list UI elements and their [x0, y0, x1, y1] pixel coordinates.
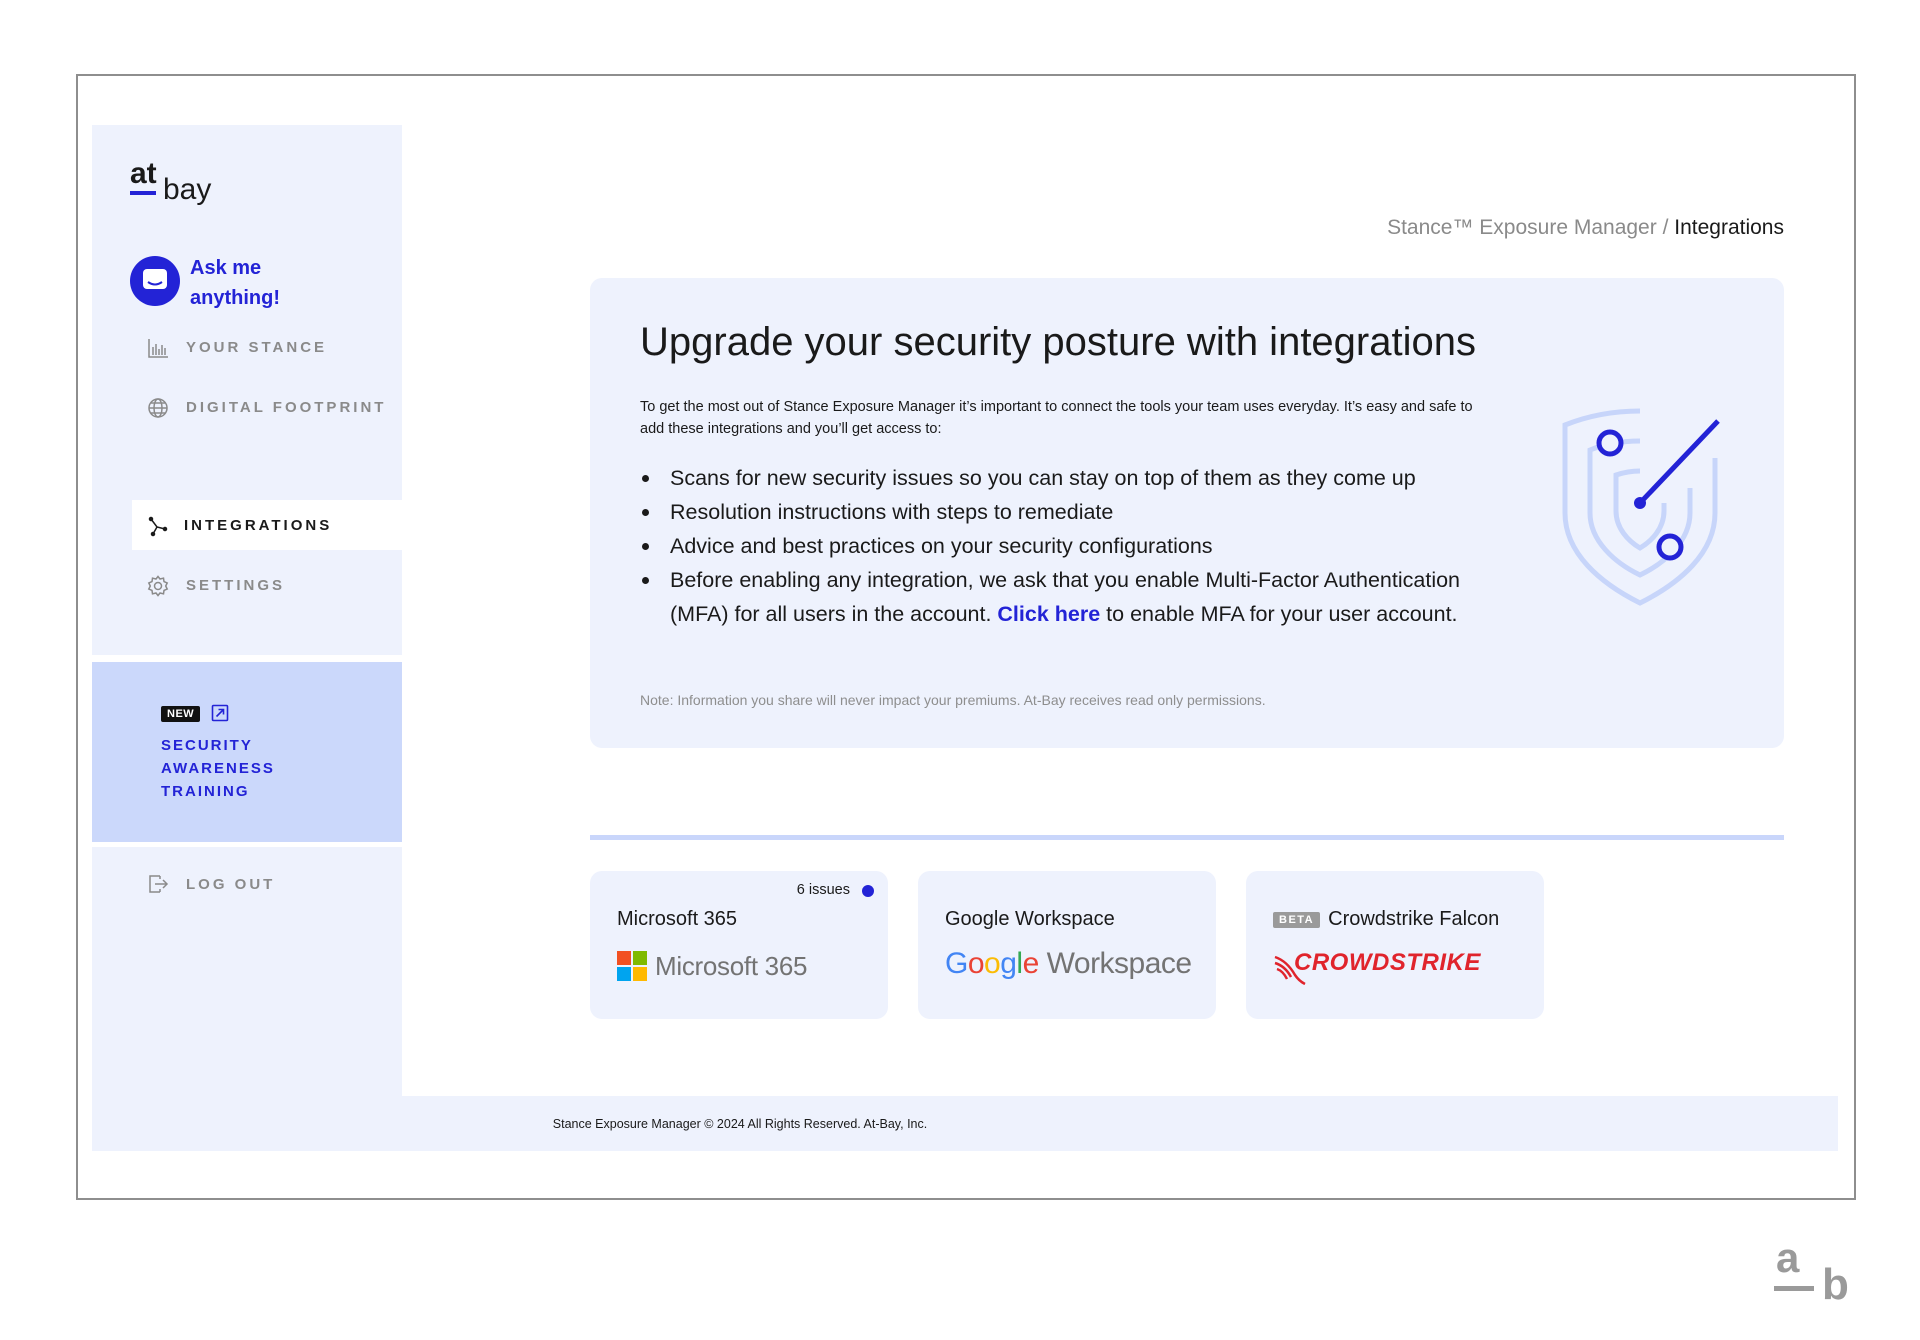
sidebar: at bay Ask me anything! YOUR STANCE DIGI… — [92, 125, 402, 1150]
hero-intro: To get the most out of Stance Exposure M… — [640, 399, 1473, 437]
integration-name-row: BETA Crowdstrike Falcon — [1273, 908, 1499, 931]
promo-content: NEW SECURITY AWARENESS TRAINING — [161, 704, 361, 803]
benefits-list: Scans for new security issues so you can… — [640, 461, 1500, 631]
breadcrumb-parent[interactable]: Stance™ Exposure Manager — [1387, 216, 1657, 239]
external-link-icon — [211, 704, 229, 722]
corner-logo-bar — [1774, 1286, 1814, 1291]
corner-logo-b: b — [1822, 1260, 1849, 1309]
page-footer: Stance Exposure Manager © 2024 All Right… — [402, 1096, 1838, 1151]
ask-me-anything-button[interactable]: Ask me anything! — [130, 253, 370, 313]
logout-label: LOG OUT — [186, 876, 276, 893]
integration-name: Crowdstrike Falcon — [1328, 908, 1500, 930]
logout-button[interactable]: LOG OUT — [132, 864, 352, 904]
logo-letter: o — [967, 947, 985, 980]
logo-letter: e — [1022, 947, 1040, 980]
footer-text-wrap: Stance Exposure Manager © 2024 All Right… — [402, 1117, 1838, 1131]
integration-card-google-workspace[interactable]: Google Workspace Google Workspace — [918, 871, 1216, 1019]
breadcrumb-current: Integrations — [1674, 216, 1784, 239]
logo-suffix: Workspace — [1039, 947, 1193, 980]
security-awareness-training-promo[interactable]: NEW SECURITY AWARENESS TRAINING — [92, 662, 402, 842]
integrations-icon — [147, 515, 169, 537]
microsoft-365-logo-text: Microsoft 365 — [655, 951, 808, 981]
promo-title: SECURITY AWARENESS TRAINING — [161, 737, 275, 801]
list-item: Resolution instructions with steps to re… — [640, 495, 1500, 529]
page-title: Upgrade your security posture with integ… — [640, 320, 1476, 364]
nav-label: SETTINGS — [186, 577, 286, 594]
integration-card-microsoft-365[interactable]: 6 issues Microsoft 365 Microsoft 365 — [590, 871, 888, 1019]
globe-icon — [147, 397, 169, 419]
issues-count: 6 issues — [796, 882, 850, 898]
nav-integrations[interactable]: INTEGRATIONS — [132, 500, 402, 550]
gear-icon — [147, 575, 169, 597]
crowdstrike-logo-text: CROWDSTRIKE — [1294, 949, 1481, 976]
logo-letter: o — [984, 947, 1001, 980]
microsoft-logo-icon — [617, 951, 647, 981]
privacy-note: Note: Information you share will never i… — [640, 692, 1266, 708]
nav-digital-footprint[interactable]: DIGITAL FOOTPRINT — [132, 382, 402, 432]
sidebar-nav-panel: at bay Ask me anything! YOUR STANCE DIGI… — [92, 125, 402, 655]
beta-badge: BETA — [1273, 911, 1321, 928]
nav-label: YOUR STANCE — [186, 339, 328, 356]
integration-card-crowdstrike-falcon[interactable]: BETA Crowdstrike Falcon CROWDSTRIKE — [1246, 871, 1544, 1019]
breadcrumb: Stance™ Exposure Manager / Integrations — [1387, 216, 1784, 240]
logo-suffix-text: Workspace — [1046, 947, 1193, 980]
logo-underline — [130, 191, 156, 195]
logout-icon — [147, 873, 169, 900]
nav-label: DIGITAL FOOTPRINT — [186, 399, 387, 416]
logo-at: at — [130, 157, 157, 190]
logo-letter: g — [1000, 947, 1017, 980]
logo-letter: G — [945, 947, 968, 980]
section-divider — [590, 835, 1784, 840]
issues-dot — [862, 885, 874, 897]
nav-settings[interactable]: SETTINGS — [132, 560, 402, 610]
chat-bubble-icon — [130, 256, 180, 306]
corner-logo-a: a — [1776, 1234, 1800, 1281]
integrations-hero-panel: Upgrade your security posture with integ… — [590, 278, 1784, 748]
enable-mfa-link[interactable]: Click here — [997, 602, 1100, 626]
nav-your-stance[interactable]: YOUR STANCE — [132, 322, 402, 372]
at-bay-logo[interactable]: at bay — [130, 157, 250, 215]
logo-bay: bay — [163, 173, 212, 206]
google-workspace-logo: Google Workspace — [945, 947, 1192, 981]
nav-label: INTEGRATIONS — [184, 517, 333, 534]
mfa-text-after: to enable MFA for your user account. — [1100, 602, 1458, 626]
list-item: Advice and best practices on your securi… — [640, 529, 1500, 563]
shield-icon — [1562, 408, 1720, 606]
breadcrumb-separator: / — [1656, 216, 1675, 239]
sidebar-footer — [92, 1096, 402, 1151]
bar-chart-icon — [147, 337, 169, 359]
integration-name: Google Workspace — [945, 908, 1115, 930]
footer-copyright: Stance Exposure Manager © 2024 All Right… — [552, 1117, 928, 1131]
corner-logo: a b — [1772, 1234, 1862, 1309]
ask-me-anything-label: Ask me anything! — [190, 257, 280, 309]
integration-name: Microsoft 365 — [617, 908, 738, 930]
list-item: Scans for new security issues so you can… — [640, 461, 1500, 495]
new-badge: NEW — [161, 706, 201, 723]
list-item-mfa: Before enabling any integration, we ask … — [640, 563, 1500, 631]
